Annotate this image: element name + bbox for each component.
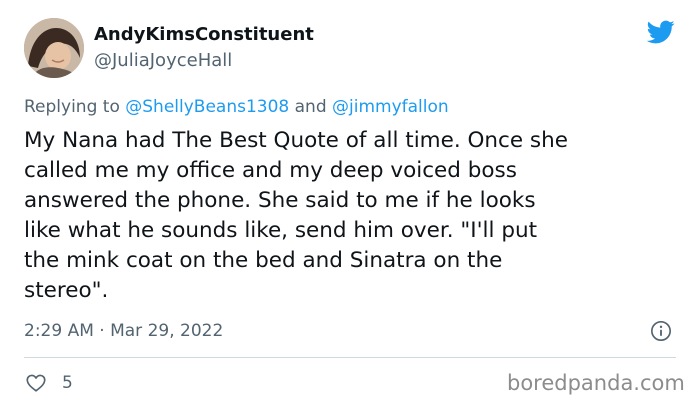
info-icon[interactable] — [650, 320, 672, 342]
mention-link[interactable]: @jimmyfallon — [332, 97, 449, 117]
replying-connector: and — [294, 97, 327, 117]
avatar[interactable] — [24, 18, 84, 78]
tweet-text: My Nana had The Best Quote of all time. … — [24, 128, 568, 303]
watermark: boredpanda.com — [507, 371, 685, 395]
divider — [24, 357, 676, 358]
like-count: 5 — [62, 373, 73, 393]
twitter-bird-icon[interactable] — [645, 18, 677, 46]
replying-prefix: Replying to — [24, 97, 120, 117]
tweet-timestamp[interactable]: 2:29 AM · Mar 29, 2022 — [24, 320, 223, 342]
heart-icon[interactable] — [24, 372, 48, 394]
user-handle[interactable]: @JuliaJoyceHall — [94, 50, 232, 72]
mention-link[interactable]: @ShellyBeans1308 — [125, 97, 289, 117]
replying-to-line: Replying to @ShellyBeans1308 and @jimmyf… — [24, 96, 449, 118]
display-name[interactable]: AndyKimsConstituent — [94, 24, 314, 46]
